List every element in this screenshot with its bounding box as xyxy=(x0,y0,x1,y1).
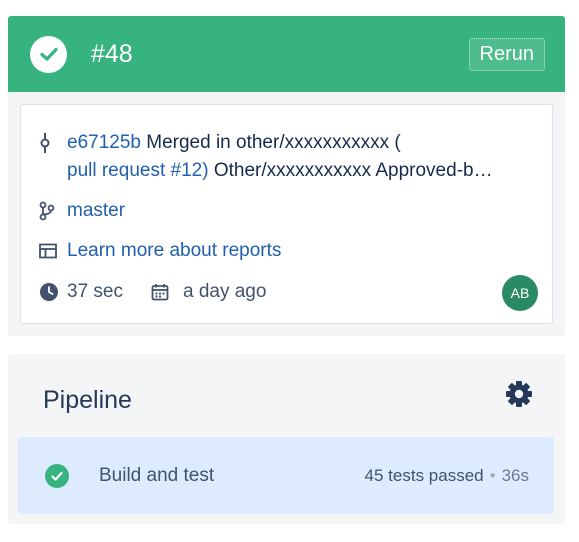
check-circle-icon xyxy=(45,463,69,488)
commit-message: Merged in other/xxxxxxxxxxx ( xyxy=(146,132,401,153)
step-meta: 45 tests passed • 36s xyxy=(365,466,529,486)
clock-icon xyxy=(39,278,61,306)
check-circle-icon xyxy=(30,35,67,73)
reports-link[interactable]: Learn more about reports xyxy=(67,237,281,265)
branch-link[interactable]: master xyxy=(67,197,125,225)
tests-passed: 45 tests passed xyxy=(364,465,484,485)
build-details: e67125b Merged in other/xxxxxxxxxxx ( pu… xyxy=(20,104,553,324)
build-number: #48 xyxy=(91,39,133,68)
build-header: #48 Rerun xyxy=(8,16,565,92)
avatar[interactable]: AB xyxy=(502,275,538,311)
pipeline-card: Pipeline Build and test 45 tests passed •… xyxy=(8,354,565,524)
commit-text: e67125b Merged in other/xxxxxxxxxxx ( pu… xyxy=(67,129,537,185)
gear-icon[interactable] xyxy=(505,380,533,413)
commit-message-cont: Other/xxxxxxxxxxx Approved-b… xyxy=(213,160,493,181)
reports-row: Learn more about reports xyxy=(39,237,281,265)
started-text: a day ago xyxy=(182,281,267,302)
build-card: #48 Rerun e67125b Merged in other/xxxxxx… xyxy=(8,16,565,336)
branch-icon xyxy=(39,197,61,225)
commit-row: e67125b Merged in other/xxxxxxxxxxx ( pu… xyxy=(39,129,537,185)
separator-dot: • xyxy=(489,465,496,485)
timing-row: 37 sec a day ago xyxy=(39,278,266,306)
commit-icon xyxy=(39,129,61,157)
step-name: Build and test xyxy=(99,464,215,486)
branch-row: master xyxy=(39,197,125,225)
pipeline-title: Pipeline xyxy=(43,386,132,414)
commit-hash-link[interactable]: e67125b xyxy=(67,132,141,153)
rerun-button[interactable]: Rerun xyxy=(468,37,545,71)
pull-request-link[interactable]: pull request #12) xyxy=(67,160,209,181)
calendar-icon xyxy=(151,278,173,306)
duration-text: 37 sec xyxy=(67,281,123,302)
step-duration: 36s xyxy=(501,465,529,485)
pipeline-step[interactable]: Build and test 45 tests passed • 36s xyxy=(18,437,554,514)
reports-icon xyxy=(39,237,61,265)
